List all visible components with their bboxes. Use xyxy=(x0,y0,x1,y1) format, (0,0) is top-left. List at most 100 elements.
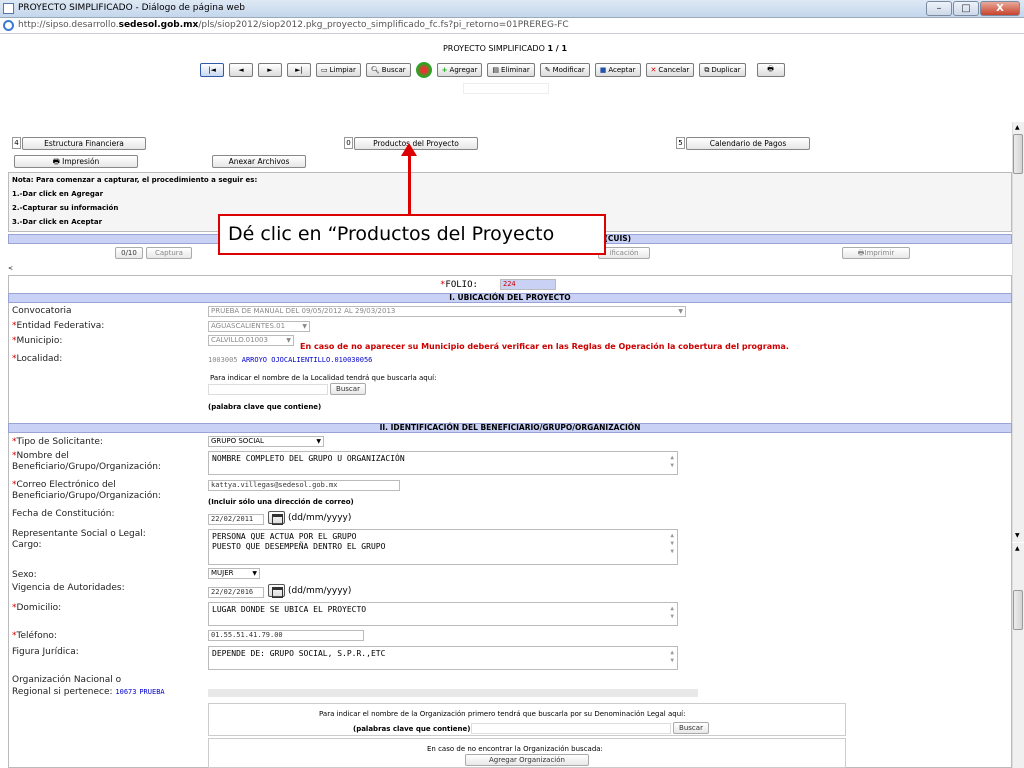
org-search-input[interactable] xyxy=(471,723,671,734)
org-add-panel: En caso de no encontrar la Organización … xyxy=(208,738,846,768)
chevron-down-icon: ▼ xyxy=(678,308,683,315)
magnifier-icon: 🔍︎ xyxy=(370,66,380,74)
next-record-button[interactable]: ► xyxy=(258,63,282,77)
fecha-input[interactable]: 22/02/2011 xyxy=(208,514,264,525)
note-line: 2.-Capturar su información xyxy=(12,204,119,212)
printer-icon: 🖶︎ xyxy=(767,64,774,73)
localidad-search-input[interactable] xyxy=(208,384,328,395)
folio-label: *FOLIO: xyxy=(440,280,478,290)
captura-button[interactable]: Captura xyxy=(146,247,192,259)
scroll-up-icon-2[interactable]: ▲ xyxy=(1015,545,1020,552)
scroll-arrows-icon: ▲ ▼ ▼ xyxy=(670,532,674,555)
page-icon xyxy=(3,3,14,14)
instruction-callout: Dé clic en “Productos del Proyecto xyxy=(218,214,606,255)
tipo-select[interactable]: GRUPO SOCIAL ▼ xyxy=(208,436,324,447)
edit-icon: ✎ xyxy=(544,66,551,74)
blank-box xyxy=(463,83,549,94)
entidad-label: *Entidad Federativa: xyxy=(12,321,105,331)
page-header: PROYECTO SIMPLIFICADO 1 / 1 xyxy=(442,44,568,53)
municipio-label: *Municipio: xyxy=(12,336,63,346)
domicilio-label: *Domicilio: xyxy=(12,603,62,613)
arrow-up-icon xyxy=(401,143,417,156)
modificar-button[interactable]: ✎ Modificar xyxy=(539,63,590,77)
date-format-hint: (dd/mm/yyyy) xyxy=(288,513,352,523)
nombre-label-2: Beneficiario/Grupo/Organización: xyxy=(12,462,161,472)
figura-label: Figura Jurídica: xyxy=(12,647,79,657)
calendar-icon[interactable] xyxy=(268,511,285,525)
localidad-value: 1003005 ARROYO OJOCALIENTILLO.010030056 xyxy=(208,356,373,364)
lower-scrollbar[interactable] xyxy=(1012,543,1024,768)
upper-scroll-thumb[interactable] xyxy=(1013,134,1023,174)
close-button[interactable]: X xyxy=(980,1,1020,16)
calendario-de-pagos-button[interactable]: Calendario de Pagos xyxy=(686,137,810,150)
buscar-localidad-button[interactable]: Buscar xyxy=(330,383,366,395)
correo-label-2: Beneficiario/Grupo/Organización: xyxy=(12,491,161,501)
chevron-down-icon: ▼ xyxy=(286,337,291,344)
org-value-bar xyxy=(208,689,698,697)
plus-icon: + xyxy=(441,66,448,74)
nombre-label: *Nombre del xyxy=(12,451,69,461)
date-format-hint-2: (dd/mm/yyyy) xyxy=(288,586,352,596)
scroll-up-icon[interactable]: ▲ xyxy=(1015,124,1020,131)
representante-label: Representante Social o Legal: xyxy=(12,529,146,539)
productos-count: 0 xyxy=(344,137,353,149)
record-toolbar: |◄ ◄ ► ►| ▭ Limpiar 🔍︎ Buscar + Agregar ▤ El… xyxy=(200,62,785,78)
municipio-warning: En caso de no aparecer su Municipio debe… xyxy=(300,342,789,351)
telefono-input[interactable]: 01.55.51.41.79.00 xyxy=(208,630,364,641)
agregar-organizacion-button[interactable]: Agregar Organización xyxy=(465,754,589,766)
minimize-button[interactable]: – xyxy=(926,1,952,16)
correo-hint: (Incluir sólo una dirección de correo) xyxy=(208,498,354,506)
buscar-org-button[interactable]: Buscar xyxy=(673,722,709,734)
calendar-icon-2[interactable] xyxy=(268,584,285,598)
nombre-textarea[interactable]: NOMBRE COMPLETO DEL GRUPO U ORGANIZACIÓN… xyxy=(208,451,678,475)
representante-textarea[interactable]: PERSONA QUE ACTUA POR EL GRUPO PUESTO QUE… xyxy=(208,529,678,565)
buscar-button[interactable]: 🔍︎ Buscar xyxy=(365,63,411,77)
duplicar-button[interactable]: ⧉ Duplicar xyxy=(699,63,746,77)
municipio-select[interactable]: CALVILLO.01003 ▼ xyxy=(208,335,294,346)
note-line: Nota: Para comenzar a capturar, el proce… xyxy=(12,176,258,184)
address-bar[interactable]: http://sipso.desarrollo.sedesol.gob.mx/p… xyxy=(0,18,1024,34)
imprimir-button[interactable]: 🖶︎Imprimir xyxy=(842,247,910,259)
estructura-financiera-button[interactable]: Estructura Financiera xyxy=(22,137,146,150)
impresion-button[interactable]: 🖶︎ Impresión xyxy=(14,155,138,168)
localidad-hint: Para indicar el nombre de la Localidad t… xyxy=(210,374,437,382)
maximize-button[interactable]: □ xyxy=(953,1,979,16)
limpiar-button[interactable]: ▭ Limpiar xyxy=(316,63,361,77)
x-icon: ✕ xyxy=(650,66,657,74)
chevron-down-icon: ▼ xyxy=(316,438,321,445)
cargo-label: Cargo: xyxy=(12,540,42,550)
org-palabras-hint: (palabras clave que contiene) xyxy=(353,725,471,733)
first-record-button[interactable]: |◄ xyxy=(200,63,224,77)
convocatoria-select[interactable]: PRUEBA DE MANUAL DEL 09/05/2012 AL 29/03… xyxy=(208,306,686,317)
aceptar-button[interactable]: ■ Aceptar xyxy=(594,63,641,77)
eliminar-button[interactable]: ▤ Eliminar xyxy=(487,63,535,77)
collapse-arrow-icon[interactable]: < xyxy=(8,265,13,272)
mexico-emblem-icon xyxy=(415,62,432,78)
prev-record-button[interactable]: ◄ xyxy=(229,63,253,77)
anexar-archivos-button[interactable]: Anexar Archivos xyxy=(212,155,306,168)
vigencia-input[interactable]: 22/02/2016 xyxy=(208,587,264,598)
correo-input[interactable]: kattya.villegas@sedesol.gob.mx xyxy=(208,480,400,491)
fecha-label: Fecha de Constitución: xyxy=(12,509,115,519)
convocatoria-label: Convocatoria xyxy=(12,306,72,316)
cancelar-button[interactable]: ✕ Cancelar xyxy=(645,63,695,77)
print-button[interactable]: 🖶︎ xyxy=(756,63,785,77)
last-record-button[interactable]: ►| xyxy=(287,63,311,77)
figura-textarea[interactable]: DEPENDE DE: GRUPO SOCIAL, S.P.R.,ETC ▲ ▼ xyxy=(208,646,678,670)
folio-field[interactable]: 224 xyxy=(500,279,556,290)
lower-scroll-thumb[interactable] xyxy=(1013,590,1023,630)
window-titlebar: PROYECTO SIMPLIFICADO - Diálogo de págin… xyxy=(0,0,1024,18)
trash-icon: ▤ xyxy=(492,66,500,74)
copy-icon: ⧉ xyxy=(704,65,710,74)
domicilio-textarea[interactable]: LUGAR DONDE SE UBICA EL PROYECTO ▲ ▼ xyxy=(208,602,678,626)
upper-scrollbar[interactable] xyxy=(1012,122,1024,542)
org-search-panel: Para indicar el nombre de la Organizació… xyxy=(208,703,846,736)
sexo-select[interactable]: MUJER ▼ xyxy=(208,568,260,579)
chevron-down-icon: ▼ xyxy=(252,570,257,577)
agregar-button[interactable]: + Agregar xyxy=(436,63,483,77)
scroll-down-icon[interactable]: ▼ xyxy=(1015,532,1020,539)
save-icon: ■ xyxy=(599,66,607,74)
entidad-select[interactable]: AGUASCALIENTES.01 ▼ xyxy=(208,321,310,332)
org-search-hint: Para indicar el nombre de la Organizació… xyxy=(319,710,686,718)
calendario-count: 5 xyxy=(676,137,685,149)
